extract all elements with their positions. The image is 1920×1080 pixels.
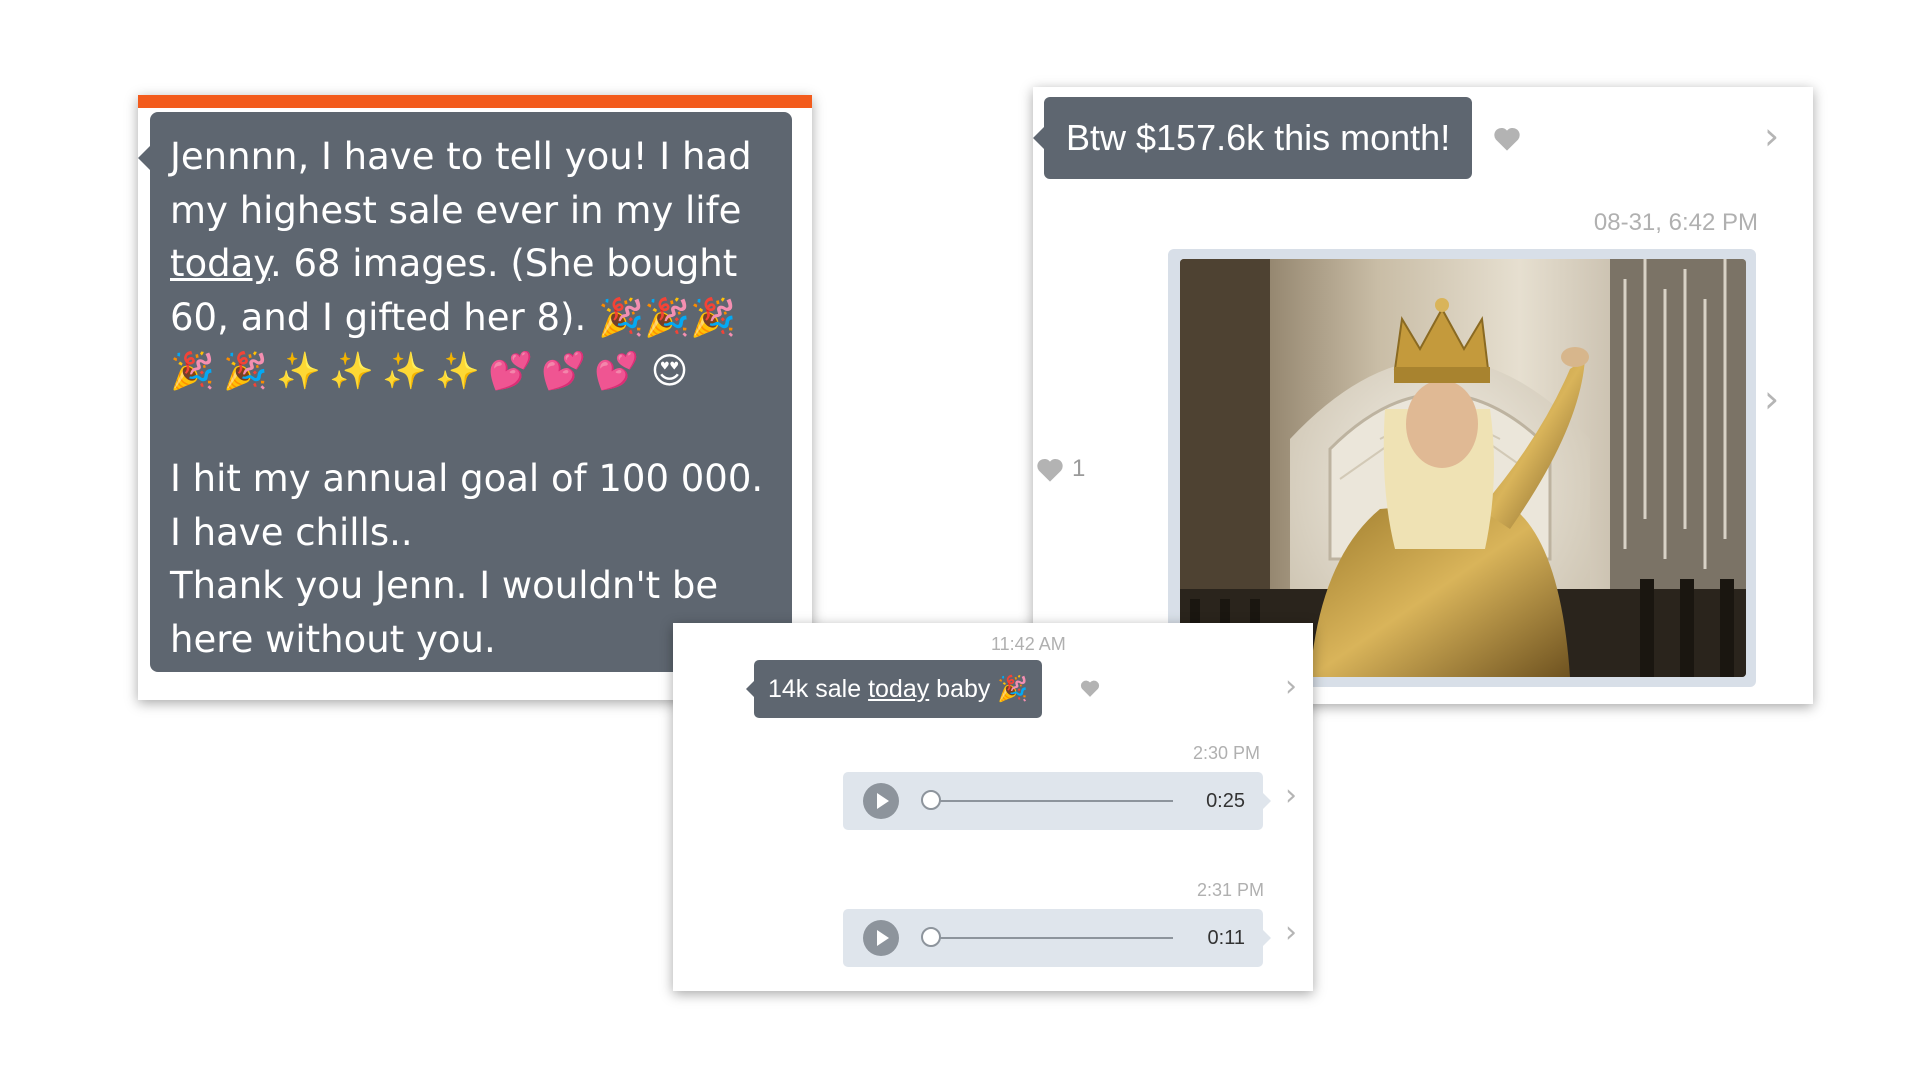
sparkles-emoji: ✨ — [276, 351, 321, 392]
play-icon[interactable] — [863, 920, 899, 956]
audio-progress-track[interactable] — [928, 800, 1173, 802]
chevron-right-icon[interactable]: › — [1764, 377, 1779, 421]
heart-eyes-emoji: 😍 — [650, 351, 689, 392]
chevron-right-icon[interactable]: › — [1285, 915, 1297, 950]
message-bubble: 14k sale today baby 🎉 — [745, 660, 1043, 718]
chevron-right-icon[interactable]: › — [1764, 114, 1779, 158]
two-hearts-emoji: 💕 — [594, 351, 639, 392]
underlined-word: today — [170, 242, 270, 285]
sparkles-emoji: ✨ — [329, 351, 374, 392]
audio-duration: 0:25 — [1206, 790, 1245, 812]
message-line: Thank you Jenn. I wouldn't be — [170, 564, 719, 607]
timestamp: 2:31 PM — [1197, 880, 1265, 900]
emoji-line: 🎉 🎉 ✨ ✨ ✨ ✨ 💕 💕 💕 😍 — [166, 344, 772, 399]
chevron-right-icon[interactable]: › — [1285, 778, 1297, 813]
play-icon[interactable] — [863, 783, 899, 819]
message-line: my highest sale ever in my life — [170, 188, 742, 232]
message-text: baby 🎉 — [929, 675, 1029, 703]
message-bubble: Btw $157.6k this month! — [1032, 97, 1473, 179]
message-line-text: . 68 images. (She bought — [269, 242, 738, 285]
gif-image[interactable] — [1180, 259, 1746, 677]
audio-message[interactable]: 0:25 — [843, 772, 1271, 830]
timestamp: 08-31, 6:42 PM — [1593, 209, 1758, 236]
gif-message-card: Btw $157.6k this month! › 08-31, 6:42 PM… — [1032, 87, 1813, 704]
heart-icon[interactable] — [1036, 457, 1064, 483]
message-text: 14k sale — [768, 675, 869, 703]
audio-scrub-handle[interactable] — [921, 790, 941, 810]
party-popper-emoji: 🎉 — [223, 351, 268, 392]
message-line: Jennnn, I have to tell you! I had — [170, 135, 752, 178]
like-count: 1 — [1072, 455, 1086, 482]
audio-scrub-handle[interactable] — [921, 927, 941, 947]
heart-icon[interactable] — [1493, 126, 1521, 152]
party-popper-emoji: 🎉 — [170, 351, 215, 392]
message-line: I hit my annual goal of 100 000. — [170, 457, 764, 500]
audio-message[interactable]: 0:11 — [843, 909, 1271, 967]
sparkles-emoji: ✨ — [435, 351, 480, 392]
text-message-card: Jennnn, I have to tell you! I had my hig… — [138, 95, 812, 700]
gif-message-bubble[interactable] — [1168, 249, 1756, 687]
audio-progress-track[interactable] — [928, 937, 1173, 939]
gif-image-art — [1180, 259, 1746, 677]
chevron-right-icon[interactable]: › — [1285, 669, 1297, 704]
chat-thread-card: 11:42 AM 14k sale today baby 🎉 › 2:30 PM… — [673, 623, 1313, 991]
party-emojis: 🎉🎉🎉 — [598, 295, 737, 339]
heart-icon[interactable] — [1080, 679, 1100, 698]
message-line-text: 60, and I gifted her 8). — [170, 295, 587, 339]
message-line: I have chills.. — [170, 510, 413, 554]
message-line: today. 68 images. (She bought — [170, 237, 772, 291]
timestamp: 11:42 AM — [991, 634, 1066, 654]
sparkles-emoji: ✨ — [382, 351, 427, 392]
timestamp: 2:30 PM — [1193, 743, 1261, 763]
message-bubble: Jennnn, I have to tell you! I had my hig… — [138, 112, 792, 672]
two-hearts-emoji: 💕 — [541, 351, 586, 392]
underlined-word: today — [868, 675, 930, 703]
two-hearts-emoji: 💕 — [488, 351, 533, 392]
accent-bar — [138, 95, 812, 108]
message-line: 60, and I gifted her 8). 🎉🎉🎉 — [170, 291, 772, 345]
audio-duration: 0:11 — [1207, 927, 1245, 949]
